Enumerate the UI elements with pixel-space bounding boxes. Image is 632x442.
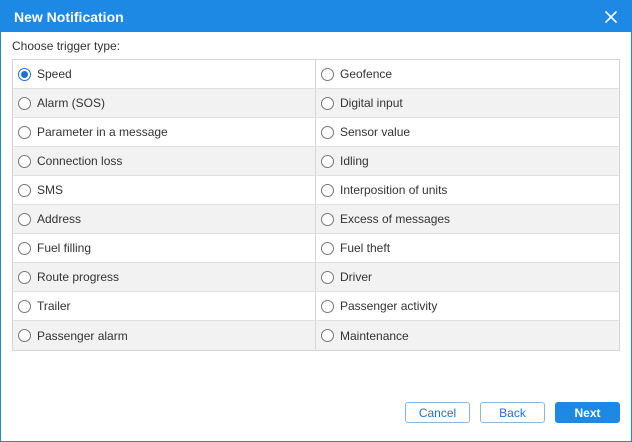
next-button[interactable]: Next <box>555 402 620 423</box>
radio-unchecked[interactable] <box>321 241 334 255</box>
trigger-option[interactable]: Parameter in a message <box>13 118 316 146</box>
trigger-row: SMS Interposition of units <box>13 176 619 205</box>
radio-unchecked[interactable] <box>321 96 334 110</box>
new-notification-dialog: New Notification Choose trigger type: Sp… <box>0 0 632 442</box>
trigger-row: Route progress Driver <box>13 263 619 292</box>
trigger-row: Parameter in a message Sensor value <box>13 118 619 147</box>
trigger-option-label: Route progress <box>37 270 120 284</box>
trigger-option-label: Parameter in a message <box>37 125 168 139</box>
radio-unchecked[interactable] <box>321 212 334 226</box>
trigger-option[interactable]: Trailer <box>13 292 316 320</box>
dialog-titlebar: New Notification <box>1 1 631 32</box>
dialog-title: New Notification <box>14 8 124 25</box>
radio-checked[interactable] <box>18 67 31 81</box>
trigger-type-grid: Speed Geofence Alarm (SOS) Digital input Par… <box>12 59 620 351</box>
radio-unchecked[interactable] <box>321 125 334 139</box>
radio-unchecked[interactable] <box>18 329 31 342</box>
radio-unchecked[interactable] <box>18 299 31 313</box>
close-button[interactable] <box>602 8 620 26</box>
trigger-option-label: Trailer <box>37 299 71 313</box>
radio-unchecked[interactable] <box>18 125 31 139</box>
trigger-option[interactable]: Passenger alarm <box>13 321 316 350</box>
trigger-option-label: SMS <box>37 183 64 197</box>
trigger-option-label: Passenger alarm <box>37 328 128 343</box>
trigger-option[interactable]: SMS <box>13 176 316 204</box>
radio-unchecked[interactable] <box>18 183 31 197</box>
radio-unchecked[interactable] <box>18 270 31 284</box>
radio-unchecked[interactable] <box>321 299 334 313</box>
trigger-option[interactable]: Geofence <box>316 60 619 88</box>
trigger-option-label: Excess of messages <box>340 212 451 226</box>
cancel-button[interactable]: Cancel <box>405 402 470 423</box>
trigger-option-label: Speed <box>37 67 72 81</box>
radio-unchecked[interactable] <box>321 154 334 168</box>
trigger-option[interactable]: Route progress <box>13 263 316 291</box>
trigger-option[interactable]: Address <box>13 205 316 233</box>
back-button[interactable]: Back <box>480 402 545 423</box>
trigger-option-label: Fuel theft <box>340 241 391 255</box>
trigger-option[interactable]: Sensor value <box>316 118 619 146</box>
trigger-option-label: Alarm (SOS) <box>37 96 106 110</box>
trigger-option-label: Address <box>37 212 82 226</box>
trigger-type-prompt: Choose trigger type: <box>12 39 121 53</box>
trigger-option[interactable]: Digital input <box>316 89 619 117</box>
trigger-option[interactable]: Speed <box>13 60 316 88</box>
trigger-row: Connection loss Idling <box>13 147 619 176</box>
trigger-option-label: Sensor value <box>340 125 411 139</box>
radio-unchecked[interactable] <box>18 96 31 110</box>
trigger-row: Trailer Passenger activity <box>13 292 619 321</box>
radio-unchecked[interactable] <box>321 329 334 342</box>
trigger-option[interactable]: Connection loss <box>13 147 316 175</box>
radio-unchecked[interactable] <box>321 183 334 197</box>
radio-unchecked[interactable] <box>321 67 334 81</box>
trigger-option[interactable]: Driver <box>316 263 619 291</box>
trigger-option-label: Driver <box>340 270 372 284</box>
trigger-option-label: Fuel filling <box>37 241 92 255</box>
trigger-option[interactable]: Alarm (SOS) <box>13 89 316 117</box>
trigger-row: Alarm (SOS) Digital input <box>13 89 619 118</box>
radio-unchecked[interactable] <box>321 270 334 284</box>
dialog-footer: Cancel Back Next <box>405 402 620 423</box>
trigger-option[interactable]: Interposition of units <box>316 176 619 204</box>
trigger-option[interactable]: Fuel filling <box>13 234 316 262</box>
trigger-row: Passenger alarm Maintenance <box>13 321 619 350</box>
trigger-option[interactable]: Idling <box>316 147 619 175</box>
radio-unchecked[interactable] <box>18 212 31 226</box>
trigger-row: Address Excess of messages <box>13 205 619 234</box>
trigger-option-label: Interposition of units <box>340 183 448 197</box>
dialog-content: Choose trigger type: Speed Geofence Alarm … <box>1 32 631 351</box>
trigger-option-label: Geofence <box>340 67 393 81</box>
trigger-option-label: Passenger activity <box>340 299 438 313</box>
trigger-option-label: Maintenance <box>340 328 409 343</box>
radio-unchecked[interactable] <box>18 241 31 255</box>
trigger-option-label: Digital input <box>340 96 403 110</box>
trigger-row: Speed Geofence <box>13 60 619 89</box>
trigger-option-label: Connection loss <box>37 154 123 168</box>
close-icon <box>605 10 617 23</box>
trigger-option[interactable]: Passenger activity <box>316 292 619 320</box>
radio-unchecked[interactable] <box>18 154 31 168</box>
trigger-row: Fuel filling Fuel theft <box>13 234 619 263</box>
radio-dot <box>21 70 28 78</box>
trigger-option-label: Idling <box>340 154 369 168</box>
trigger-option[interactable]: Fuel theft <box>316 234 619 262</box>
trigger-option[interactable]: Excess of messages <box>316 205 619 233</box>
trigger-option[interactable]: Maintenance <box>316 321 619 350</box>
